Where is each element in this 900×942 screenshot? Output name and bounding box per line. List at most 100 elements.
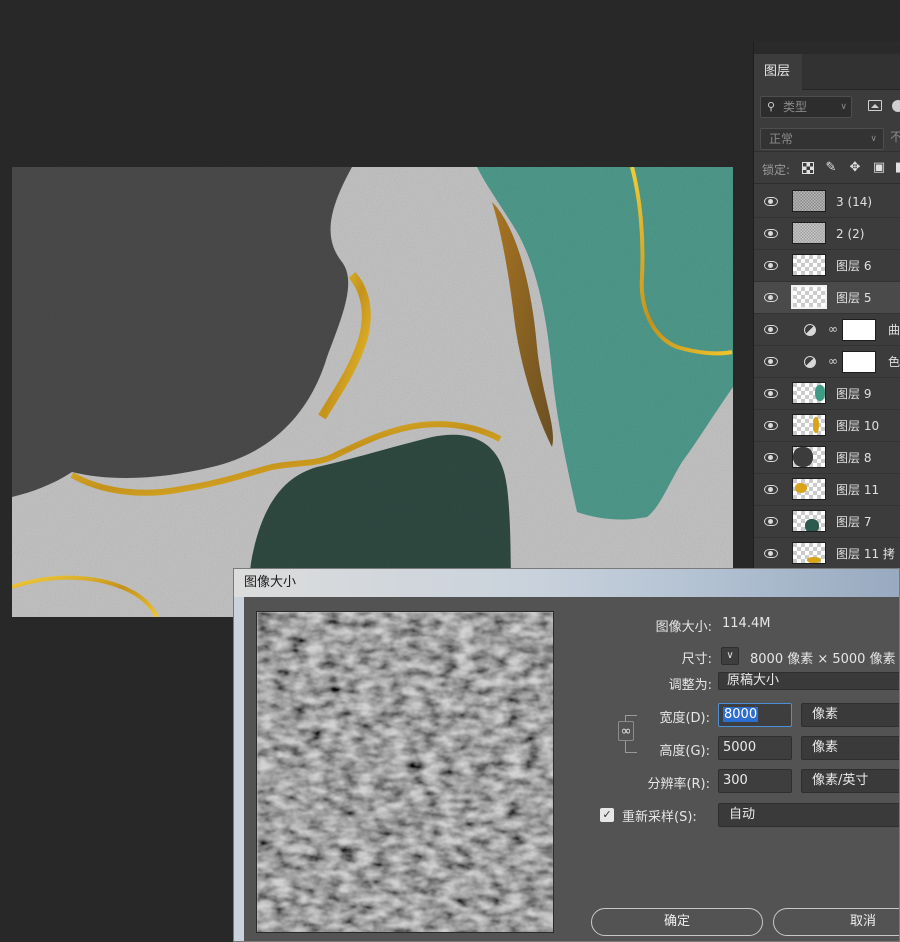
layer-row[interactable]: 2 (2)	[754, 218, 900, 250]
layer-row[interactable]: 3 (14)	[754, 186, 900, 218]
cancel-button[interactable]: 取消	[773, 908, 899, 936]
blend-mode-dropdown[interactable]: 正常 ∨	[760, 128, 884, 150]
crop-icon[interactable]: ▣	[872, 161, 886, 175]
dialog-title: 图像大小	[244, 575, 297, 590]
resample-checkbox[interactable]: ✓	[600, 808, 614, 822]
layer-name: 图层 11	[836, 483, 880, 497]
search-icon: ⚲	[767, 100, 776, 113]
height-label: 高度(G):	[659, 744, 710, 759]
resolution-label: 分辨率(R):	[647, 777, 710, 792]
layer-thumbnail	[792, 414, 826, 436]
ok-button[interactable]: 确定	[591, 908, 763, 936]
layer-name: 图层 8	[836, 451, 872, 465]
layer-row[interactable]: 图层 9	[754, 378, 900, 410]
layer-name: 图层 9	[836, 387, 872, 401]
tab-layers[interactable]: 图层	[754, 54, 802, 90]
resolution-input[interactable]: 300	[718, 769, 792, 793]
height-input[interactable]: 5000	[718, 736, 792, 760]
width-input[interactable]: 8000	[718, 703, 792, 727]
image-size-dialog: 图像大小 图像大小: 114.4M 尺寸: ∨ 8000 像素 × 5000 像…	[233, 568, 900, 942]
layer-row[interactable]: 图层 10	[754, 410, 900, 442]
resample-value: 自动	[729, 807, 756, 822]
layer-filter-row: ⚲ 类型 ∨	[754, 90, 900, 122]
layer-row[interactable]: 图层 11 拷	[754, 538, 900, 570]
layer-name: 2 (2)	[836, 227, 865, 241]
adjustment-icon	[804, 356, 816, 368]
resample-label: 重新采样(S):	[622, 810, 697, 825]
adjustment-layer-row[interactable]: ∞ 曲	[754, 314, 900, 346]
preview-texture	[257, 612, 553, 932]
chevron-down-icon: ∨	[870, 134, 877, 144]
eye-icon[interactable]	[764, 324, 778, 334]
eye-icon[interactable]	[764, 452, 778, 462]
chevron-down-icon[interactable]: ∨	[721, 647, 739, 665]
layer-name: 图层 6	[836, 259, 872, 273]
height-unit: 像素	[812, 740, 839, 755]
layer-row[interactable]: 图层 7	[754, 506, 900, 538]
layer-thumbnail	[792, 510, 826, 532]
pixel-filter-icon[interactable]	[868, 100, 882, 111]
eye-icon[interactable]	[764, 420, 778, 430]
document-canvas[interactable]	[12, 167, 733, 617]
image-size-value: 114.4M	[722, 616, 771, 631]
cancel-button-label: 取消	[849, 914, 876, 929]
layer-row-selected[interactable]: 图层 5	[754, 282, 900, 314]
panel-header-strip	[754, 42, 900, 54]
lock-transparent-pixels-icon[interactable]	[802, 162, 814, 174]
layer-row[interactable]: 图层 6	[754, 250, 900, 282]
image-size-label: 图像大小:	[655, 620, 712, 635]
eye-icon[interactable]	[764, 484, 778, 494]
layer-row[interactable]: 图层 8	[754, 442, 900, 474]
layer-name: 3 (14)	[836, 195, 873, 209]
layer-thumbnail	[792, 254, 826, 276]
adjustment-icon	[804, 324, 816, 336]
lock-icon[interactable]: ■	[894, 161, 900, 175]
eye-icon[interactable]	[764, 260, 778, 270]
image-preview[interactable]	[256, 611, 554, 933]
width-value: 8000	[723, 707, 759, 722]
lock-label: 锁定:	[762, 163, 791, 177]
resolution-unit-dropdown[interactable]: 像素/英寸	[801, 769, 899, 793]
layer-name: 图层 7	[836, 515, 872, 529]
layer-filter-label: 类型	[783, 100, 808, 114]
layer-thumbnail	[792, 190, 826, 212]
chain-link-icon: ∞	[828, 354, 838, 368]
width-unit-dropdown[interactable]: 像素	[801, 703, 899, 727]
layer-row[interactable]: 图层 11	[754, 474, 900, 506]
layer-name: 图层 5	[836, 291, 872, 305]
adjustment-layer-row[interactable]: ∞ 色	[754, 346, 900, 378]
eye-icon[interactable]	[764, 548, 778, 558]
dimensions-value: 8000 像素 × 5000 像素	[750, 652, 896, 667]
layer-name: 图层 10	[836, 419, 880, 433]
chevron-down-icon: ∨	[840, 102, 847, 112]
eye-icon[interactable]	[764, 292, 778, 302]
blend-mode-value: 正常	[769, 132, 794, 146]
layer-filter-dropdown[interactable]: ⚲ 类型 ∨	[760, 96, 852, 118]
layer-name: 色	[888, 355, 900, 369]
height-unit-dropdown[interactable]: 像素	[801, 736, 899, 760]
move-icon[interactable]: ✥	[848, 161, 862, 175]
layer-thumbnail	[792, 542, 826, 564]
eye-icon[interactable]	[764, 228, 778, 238]
brush-icon[interactable]: ✎	[824, 161, 838, 175]
ok-button-label: 确定	[663, 914, 690, 929]
eye-icon[interactable]	[764, 196, 778, 206]
dimensions-label: 尺寸:	[681, 652, 712, 667]
blend-mode-row: 正常 ∨ 不	[754, 124, 900, 152]
layers-panel: 图层 ⚲ 类型 ∨ 正常 ∨ 不 锁定: ✎ ✥ ▣ ■ 3 (14) 2 (2…	[753, 42, 900, 572]
fit-to-dropdown[interactable]: 原稿大小	[718, 672, 899, 690]
layer-thumbnail	[792, 478, 826, 500]
resample-method-dropdown[interactable]: 自动	[718, 803, 899, 827]
dialog-titlebar[interactable]: 图像大小	[234, 569, 899, 597]
resolution-unit: 像素/英寸	[812, 773, 869, 788]
layer-thumbnail	[792, 222, 826, 244]
resolution-value: 300	[723, 773, 748, 788]
eye-icon[interactable]	[764, 356, 778, 366]
panel-tab-bar: 图层	[754, 54, 900, 90]
eye-icon[interactable]	[764, 388, 778, 398]
width-label: 宽度(D):	[659, 711, 710, 726]
width-unit: 像素	[812, 707, 839, 722]
mask-thumbnail	[842, 319, 876, 341]
eye-icon[interactable]	[764, 516, 778, 526]
adjustment-filter-icon[interactable]	[892, 100, 900, 112]
